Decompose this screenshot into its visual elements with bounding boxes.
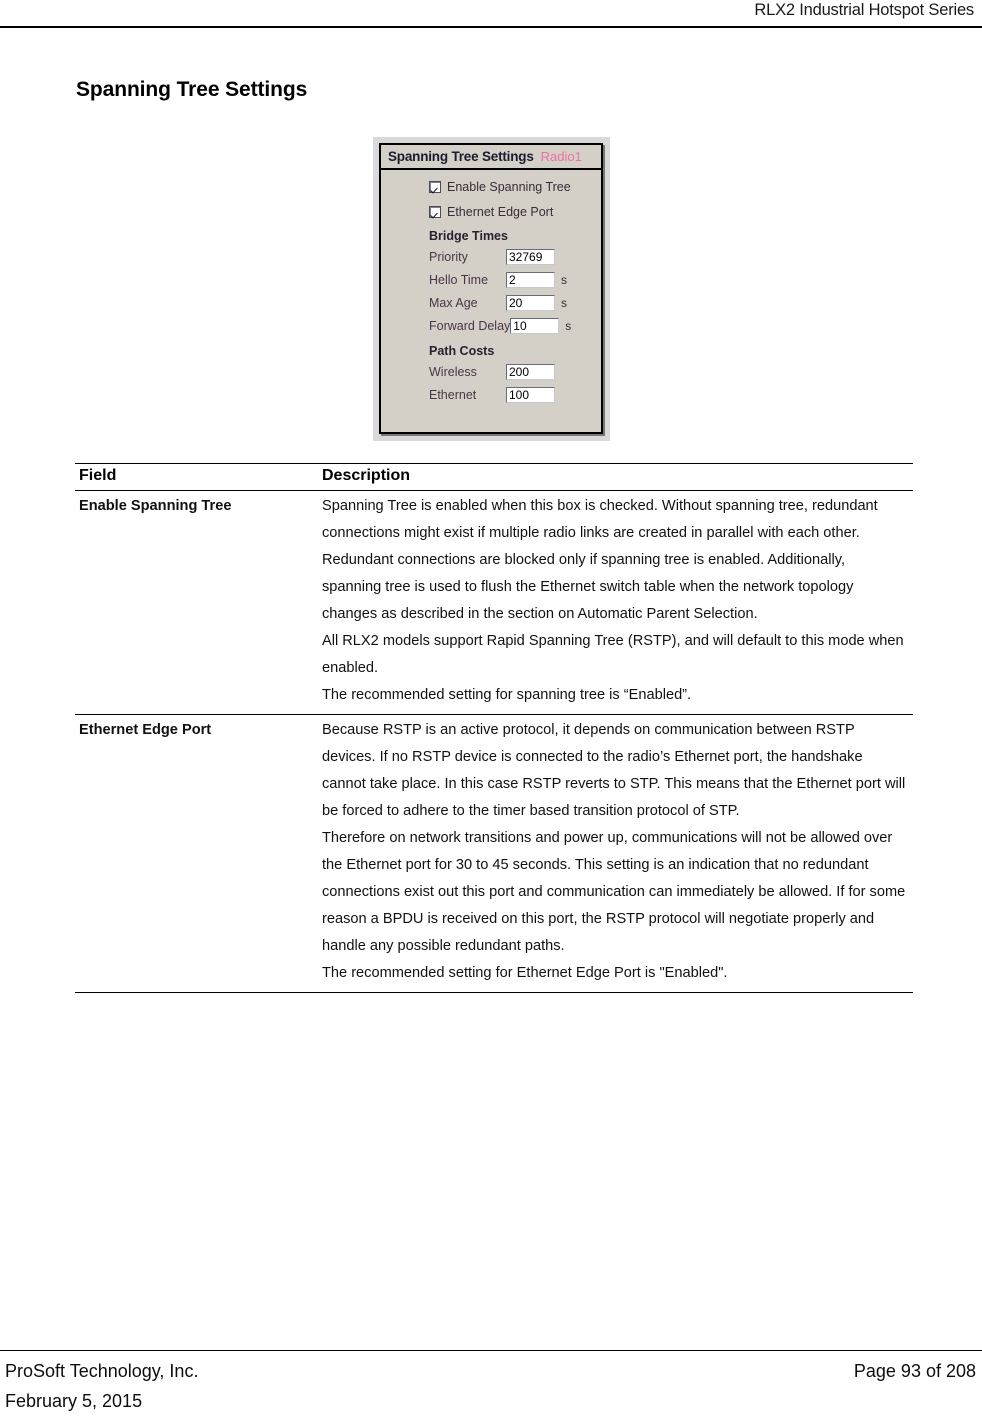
checkbox-ethernet-edge-port-icon[interactable] (429, 206, 441, 218)
field-input-wireless[interactable]: 200 (506, 363, 555, 380)
panel-title: Spanning Tree Settings (388, 149, 534, 164)
description-paragraph: Spanning Tree is enabled when this box i… (322, 498, 878, 622)
group-heading-bridge-times: Bridge Times (429, 229, 508, 243)
table-row: Enable Spanning Tree Spanning Tree is en… (75, 490, 913, 715)
table-cell-field: Ethernet Edge Port (75, 714, 318, 993)
page-footer: ProSoft Technology, Inc. February 5, 201… (0, 1356, 982, 1416)
column-header-description: Description (318, 463, 913, 491)
footer-divider (0, 1350, 982, 1351)
footer-date: February 5, 2015 (5, 1391, 143, 1411)
field-description-table: Field Description Enable Spanning Tree S… (75, 463, 913, 993)
field-row-wireless[interactable]: Wireless 200 (429, 361, 601, 382)
field-row-priority[interactable]: Priority 32769 (429, 246, 601, 267)
field-row-ethernet[interactable]: Ethernet 100 (429, 384, 601, 405)
field-input-priority[interactable]: 32769 (506, 248, 555, 265)
table-cell-field: Enable Spanning Tree (75, 490, 318, 715)
checkbox-enable-spanning-tree-label: Enable Spanning Tree (447, 180, 571, 194)
checkbox-ethernet-edge-port-label: Ethernet Edge Port (447, 205, 554, 219)
field-unit-hello-time: s (561, 272, 567, 287)
table-header-row: Field Description (75, 463, 913, 491)
panel-body: Enable Spanning Tree Ethernet Edge Port … (381, 170, 601, 432)
field-label-max-age: Max Age (429, 295, 478, 310)
page-header: RLX2 Industrial Hotspot Series (0, 0, 982, 28)
field-row-hello-time[interactable]: Hello Time 2 s (429, 269, 601, 290)
field-row-max-age[interactable]: Max Age 20 s (429, 292, 601, 313)
field-row-forward-delay[interactable]: Forward Delay 10 s (429, 315, 601, 336)
spanning-tree-settings-panel: Spanning Tree Settings Radio1 Enable Spa… (379, 143, 603, 434)
header-divider (0, 26, 982, 28)
table-cell-description: Spanning Tree is enabled when this box i… (318, 490, 913, 715)
footer-page-number: Page 93 of 208 (853, 1361, 976, 1381)
running-header-title: RLX2 Industrial Hotspot Series (754, 1, 974, 19)
field-input-forward-delay[interactable]: 10 (510, 317, 560, 334)
field-label-forward-delay: Forward Delay (429, 318, 511, 333)
description-paragraph: The recommended setting for Ethernet Edg… (322, 965, 728, 981)
panel-radio-label: Radio1 (540, 149, 582, 164)
footer-company: ProSoft Technology, Inc. (5, 1361, 199, 1381)
table-row: Ethernet Edge Port Because RSTP is an ac… (75, 714, 913, 993)
field-label-hello-time: Hello Time (429, 272, 489, 287)
field-label-ethernet: Ethernet (429, 387, 477, 402)
checkbox-row-ethernet-edge-port[interactable]: Ethernet Edge Port (429, 204, 601, 220)
field-input-max-age[interactable]: 20 (506, 294, 555, 311)
field-label-priority: Priority (429, 249, 468, 264)
table-cell-description: Because RSTP is an active protocol, it d… (318, 714, 913, 993)
field-unit-max-age: s (561, 295, 567, 310)
description-paragraph: Therefore on network transitions and pow… (322, 830, 906, 954)
column-header-field: Field (75, 463, 318, 491)
group-heading-path-costs: Path Costs (429, 344, 495, 358)
checkbox-row-enable-spanning-tree[interactable]: Enable Spanning Tree (429, 179, 601, 195)
field-input-ethernet[interactable]: 100 (506, 386, 555, 403)
page-title: Spanning Tree Settings (76, 78, 308, 101)
description-paragraph: All RLX2 models support Rapid Spanning T… (322, 633, 904, 676)
field-unit-forward-delay: s (565, 318, 572, 333)
footer-left-block: ProSoft Technology, Inc. February 5, 201… (5, 1356, 198, 1416)
description-paragraph: The recommended setting for spanning tre… (322, 687, 692, 703)
panel-titlebar: Spanning Tree Settings Radio1 (381, 145, 601, 170)
spanning-tree-settings-figure: Spanning Tree Settings Radio1 Enable Spa… (373, 137, 610, 441)
description-paragraph: Because RSTP is an active protocol, it d… (322, 722, 906, 819)
checkbox-enable-spanning-tree-icon[interactable] (429, 181, 441, 193)
field-input-hello-time[interactable]: 2 (506, 271, 555, 288)
field-label-wireless: Wireless (429, 364, 477, 379)
